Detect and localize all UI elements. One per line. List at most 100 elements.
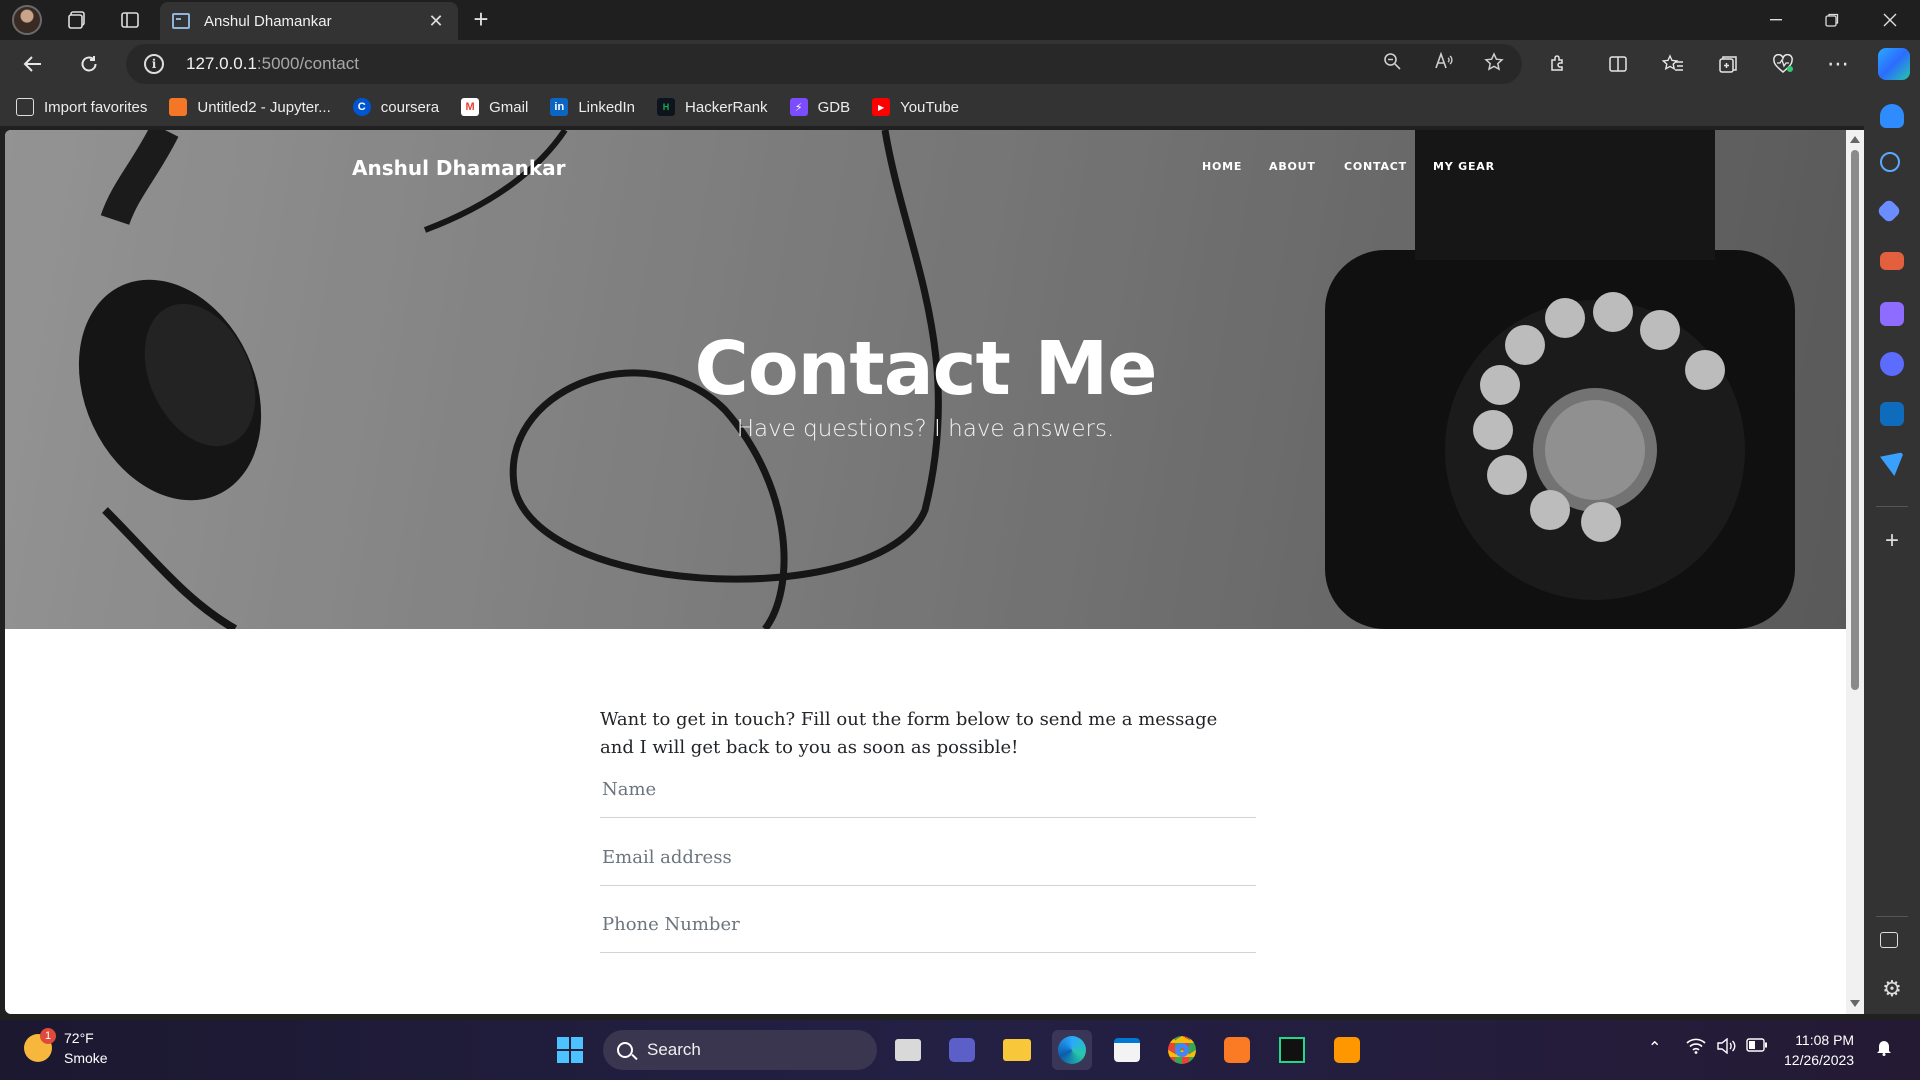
outlook-icon[interactable] (1880, 402, 1904, 426)
windows-taskbar: 1 72°F Smoke Search ⌃ 11:08 PM 12/26/202… (0, 1020, 1920, 1080)
name-input[interactable] (600, 762, 1256, 817)
bookmark-linkedin[interactable]: in LinkedIn (550, 98, 635, 116)
intro-text: Want to get in touch? Fill out the form … (600, 709, 1218, 758)
tab-bar: Anshul Dhamankar ✕ + (0, 0, 1920, 40)
refresh-icon[interactable] (72, 48, 106, 80)
edge-browser-icon[interactable] (1052, 1030, 1092, 1070)
shopping-tag-icon[interactable] (1876, 198, 1902, 224)
extensions-icon[interactable] (1541, 48, 1575, 80)
copilot-icon[interactable] (1878, 48, 1910, 80)
add-icon[interactable]: + (1880, 529, 1904, 554)
address-bar[interactable]: i 127.0.0.1:5000/contact (126, 44, 1522, 84)
read-aloud-icon[interactable] (1430, 51, 1458, 76)
gdb-icon: ⚡ (789, 98, 808, 116)
bookmark-label: Untitled2 - Jupyter... (197, 98, 331, 116)
weather-desc: Smoke (64, 1050, 108, 1066)
split-screen-icon[interactable] (1601, 48, 1635, 80)
chrome-icon[interactable] (1162, 1030, 1202, 1070)
zoom-out-icon[interactable] (1378, 52, 1406, 76)
more-options-icon[interactable]: ⋯ (1821, 48, 1855, 80)
search-icon (617, 1042, 633, 1058)
page-subtitle: Have questions? I have answers. (736, 416, 1115, 442)
new-tab-button[interactable]: + (466, 4, 496, 35)
contact-section: Want to get in touch? Fill out the form … (600, 706, 1256, 953)
profile-avatar[interactable] (12, 5, 42, 35)
xampp-icon[interactable] (1217, 1030, 1257, 1070)
page-title: Contact Me (694, 326, 1158, 412)
bookmark-hackerrank[interactable]: H HackerRank (657, 98, 768, 116)
scroll-thumb[interactable] (1851, 150, 1859, 690)
system-clock[interactable]: 11:08 PM 12/26/2023 (1784, 1030, 1854, 1070)
page-scrollbar[interactable] (1846, 130, 1864, 1014)
weather-badge: 1 (40, 1028, 56, 1044)
collections-icon[interactable] (1711, 48, 1745, 80)
url-path: :5000/contact (256, 54, 359, 73)
pycharm-icon[interactable] (1272, 1030, 1312, 1070)
url-text[interactable]: 127.0.0.1:5000/contact (186, 54, 359, 74)
edge-sidebar: + ⚙ (1864, 104, 1920, 1014)
games-icon[interactable] (1880, 302, 1904, 326)
phone-field[interactable] (600, 897, 1256, 953)
favorite-star-icon[interactable] (1480, 52, 1508, 76)
nav-my-gear[interactable]: MY GEAR (1433, 160, 1495, 173)
teams-icon[interactable] (942, 1030, 982, 1070)
tab-close-icon[interactable]: ✕ (426, 11, 446, 32)
bookmark-jupyter[interactable]: Untitled2 - Jupyter... (169, 98, 331, 116)
browser-essentials-icon[interactable] (1766, 48, 1800, 80)
bookmark-youtube[interactable]: ▶ YouTube (872, 98, 959, 116)
tab-favicon-icon (172, 13, 190, 29)
tray-overflow-icon[interactable]: ⌃ (1648, 1038, 1661, 1058)
back-icon[interactable] (16, 48, 50, 80)
search-icon[interactable] (1880, 152, 1900, 172)
scroll-up-icon[interactable] (1850, 136, 1860, 143)
bookmark-coursera[interactable]: C coursera (352, 98, 439, 116)
bookmark-gdb[interactable]: ⚡ GDB (789, 98, 851, 116)
notification-bell-icon[interactable] (1880, 104, 1904, 128)
weather-temp: 72°F (64, 1030, 94, 1046)
file-explorer-icon[interactable] (997, 1030, 1037, 1070)
clock-date: 12/26/2023 (1784, 1052, 1855, 1068)
battery-icon[interactable] (1746, 1038, 1768, 1057)
close-window-button[interactable] (1862, 4, 1918, 36)
send-drop-icon[interactable] (1880, 452, 1904, 476)
bookmark-label: HackerRank (685, 98, 768, 116)
hackerrank-icon: H (657, 98, 676, 116)
scroll-down-icon[interactable] (1850, 1000, 1860, 1007)
microsoft-store-icon[interactable] (1107, 1030, 1147, 1070)
task-view-icon[interactable] (888, 1030, 928, 1070)
wifi-icon[interactable] (1686, 1038, 1706, 1059)
active-tab[interactable]: Anshul Dhamankar ✕ (160, 2, 458, 40)
clock-time: 11:08 PM (1795, 1032, 1855, 1048)
phone-input[interactable] (600, 897, 1256, 952)
nav-about[interactable]: ABOUT (1269, 160, 1316, 173)
tab-title: Anshul Dhamankar (204, 12, 332, 30)
hide-sidebar-icon[interactable] (1880, 932, 1898, 948)
site-brand[interactable]: Anshul Dhamankar (352, 156, 566, 180)
sublime-text-icon[interactable] (1327, 1030, 1367, 1070)
email-input[interactable] (600, 830, 1256, 885)
settings-gear-icon[interactable]: ⚙ (1880, 978, 1904, 1002)
nav-contact[interactable]: CONTACT (1344, 160, 1407, 173)
page-viewport: Anshul Dhamankar HOME ABOUT CONTACT MY G… (5, 130, 1846, 1014)
restore-button[interactable] (1804, 4, 1860, 36)
site-info-icon[interactable]: i (144, 54, 164, 74)
weather-text: 72°F Smoke (64, 1028, 108, 1068)
bookmark-gmail[interactable]: M Gmail (461, 98, 528, 116)
vertical-tabs-icon[interactable] (115, 6, 145, 34)
coursera-icon: C (352, 98, 371, 116)
name-field[interactable] (600, 762, 1256, 818)
bookmarks-bar: Import favorites Untitled2 - Jupyter... … (0, 88, 1920, 126)
windows-start-icon[interactable] (550, 1030, 590, 1070)
minimize-button[interactable] (1748, 4, 1804, 36)
bookmark-import-favorites[interactable]: Import favorites (16, 98, 147, 116)
bookmark-label: GDB (817, 98, 851, 116)
nav-home[interactable]: HOME (1202, 160, 1242, 173)
workspaces-icon[interactable] (62, 6, 92, 34)
volume-icon[interactable] (1716, 1037, 1736, 1059)
tools-briefcase-icon[interactable] (1880, 252, 1904, 270)
microsoft-365-icon[interactable] (1880, 352, 1904, 376)
favorites-icon[interactable] (1656, 48, 1690, 80)
taskbar-search[interactable]: Search (603, 1030, 877, 1070)
email-field[interactable] (600, 830, 1256, 886)
notification-bell-icon[interactable] (1876, 1038, 1892, 1061)
